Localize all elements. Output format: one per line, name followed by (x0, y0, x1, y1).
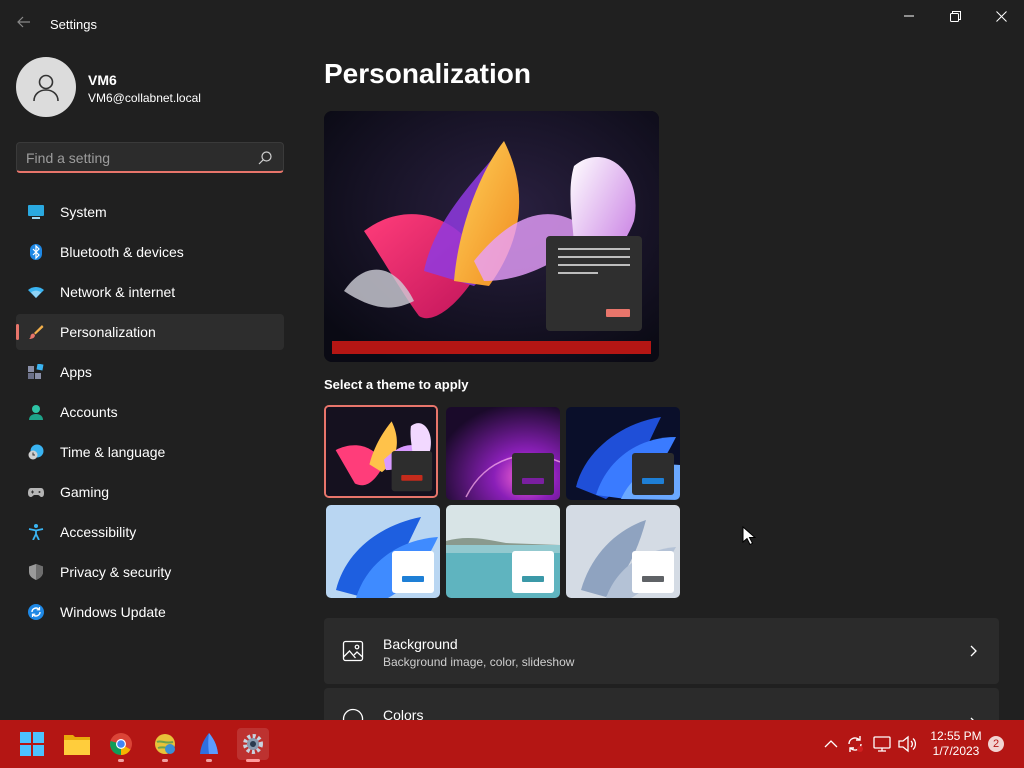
mouse-cursor-icon (742, 526, 756, 546)
settings-gear-icon (243, 734, 263, 754)
running-indicator (118, 759, 124, 762)
shield-icon (29, 564, 43, 580)
sidebar-item-network[interactable]: Network & internet (16, 274, 284, 310)
title-bar: Settings (0, 0, 1024, 48)
picture-icon (342, 640, 364, 662)
sidebar-item-label: Time & language (60, 444, 166, 460)
theme-accent-swatch (642, 478, 664, 484)
system-icon (28, 205, 44, 219)
start-button[interactable] (16, 728, 48, 760)
theme-thumbnail-lake[interactable] (446, 505, 560, 598)
search-input[interactable] (26, 148, 246, 168)
clock-globe-icon (28, 444, 44, 460)
file-explorer-icon (64, 735, 90, 755)
user-icon (33, 74, 59, 102)
sidebar-item-accessibility[interactable]: Accessibility (16, 514, 284, 550)
running-indicator (206, 759, 212, 762)
sidebar-item-label: Network & internet (60, 284, 176, 300)
sidebar-item-label: Gaming (60, 484, 110, 500)
background-settings-card[interactable]: Background Background image, color, slid… (324, 618, 999, 684)
taskbar-app-globe[interactable] (149, 728, 181, 762)
card-subtitle: Background image, color, slideshow (383, 655, 575, 669)
sidebar-item-label: Accessibility (60, 524, 137, 540)
app-blue-icon (200, 733, 218, 754)
sync-icon[interactable] (845, 734, 865, 754)
sidebar-item-label: Bluetooth & devices (60, 244, 184, 260)
wallpaper-preview-image (324, 111, 659, 362)
sidebar-item-time-language[interactable]: Time & language (16, 434, 284, 470)
user-name: VM6 (88, 72, 117, 88)
theme-accent-swatch (522, 576, 544, 582)
start-icon (20, 732, 44, 756)
bluetooth-icon (30, 244, 42, 260)
page-title: Personalization (324, 58, 531, 89)
theme-thumbnail-blue-bloom-dark[interactable] (566, 407, 680, 500)
sidebar-item-accounts[interactable]: Accounts (16, 394, 284, 430)
theme-thumbnail-glow-red[interactable] (324, 405, 438, 498)
clock-date: 1/7/2023 (932, 744, 980, 758)
taskbar-app-blue[interactable] (193, 728, 225, 762)
sidebar-item-label: Privacy & security (60, 564, 172, 580)
sidebar-item-windows-update[interactable]: Windows Update (16, 594, 284, 630)
theme-thumbnail-purple-flow[interactable] (446, 407, 560, 500)
sidebar-item-label: Windows Update (60, 604, 166, 620)
sidebar-item-privacy-security[interactable]: Privacy & security (16, 554, 284, 590)
accessibility-icon (28, 524, 44, 540)
show-hidden-icons-chevron-icon[interactable] (821, 734, 841, 754)
clock-time: 12:55 PM (930, 729, 982, 743)
close-button[interactable] (978, 4, 1024, 28)
network-icon[interactable] (872, 734, 892, 754)
app-globe-icon (155, 734, 175, 754)
chrome-icon (110, 733, 132, 755)
theme-accent-swatch (402, 576, 424, 582)
sidebar-item-bluetooth[interactable]: Bluetooth & devices (16, 234, 284, 270)
user-email: VM6@collabnet.local (88, 91, 201, 105)
minimize-icon (904, 15, 914, 17)
theme-accent-swatch (642, 576, 664, 582)
apps-icon (28, 364, 44, 379)
sidebar-item-label: Accounts (60, 404, 118, 420)
search-box[interactable] (16, 142, 284, 173)
taskbar: 12:55 PM 1/7/2023 2 (0, 720, 1024, 768)
taskbar-chrome[interactable] (105, 728, 137, 762)
back-arrow-icon (17, 16, 30, 28)
theme-preview (324, 111, 659, 362)
close-icon (995, 10, 1007, 22)
sidebar-nav: System Bluetooth & devices Network & int… (16, 194, 284, 634)
themes-section-label: Select a theme to apply (324, 377, 469, 392)
theme-thumbnail-captured-motion[interactable] (566, 505, 680, 598)
sidebar-item-label: System (60, 204, 107, 220)
gamepad-icon (28, 488, 44, 497)
theme-accent-swatch (522, 478, 544, 484)
back-button[interactable] (14, 14, 34, 34)
brush-icon (29, 325, 44, 339)
accounts-icon (29, 405, 43, 420)
restore-button[interactable] (932, 4, 978, 28)
chevron-right-icon (970, 645, 977, 657)
taskbar-file-explorer[interactable] (61, 728, 93, 760)
sidebar-item-gaming[interactable]: Gaming (16, 474, 284, 510)
taskbar-clock[interactable]: 12:55 PM 1/7/2023 (924, 729, 988, 759)
sidebar-item-apps[interactable]: Apps (16, 354, 284, 390)
wifi-icon (28, 287, 44, 298)
app-title: Settings (50, 17, 97, 32)
volume-icon[interactable] (897, 734, 917, 754)
taskbar-settings[interactable] (237, 728, 269, 762)
restore-icon (949, 10, 961, 22)
search-icon[interactable] (257, 150, 273, 166)
sidebar-item-system[interactable]: System (16, 194, 284, 230)
update-icon (28, 604, 44, 620)
sidebar-item-label: Apps (60, 364, 92, 380)
running-indicator (246, 759, 260, 762)
card-title: Background (383, 636, 458, 652)
running-indicator (162, 759, 168, 762)
notification-badge[interactable]: 2 (988, 736, 1004, 752)
theme-thumbnail-blue-bloom-light[interactable] (326, 505, 440, 598)
sidebar-item-personalization[interactable]: Personalization (16, 314, 284, 350)
minimize-button[interactable] (886, 4, 932, 28)
sidebar-item-label: Personalization (60, 324, 156, 340)
theme-accent-swatch (401, 474, 423, 481)
avatar[interactable] (16, 57, 76, 117)
